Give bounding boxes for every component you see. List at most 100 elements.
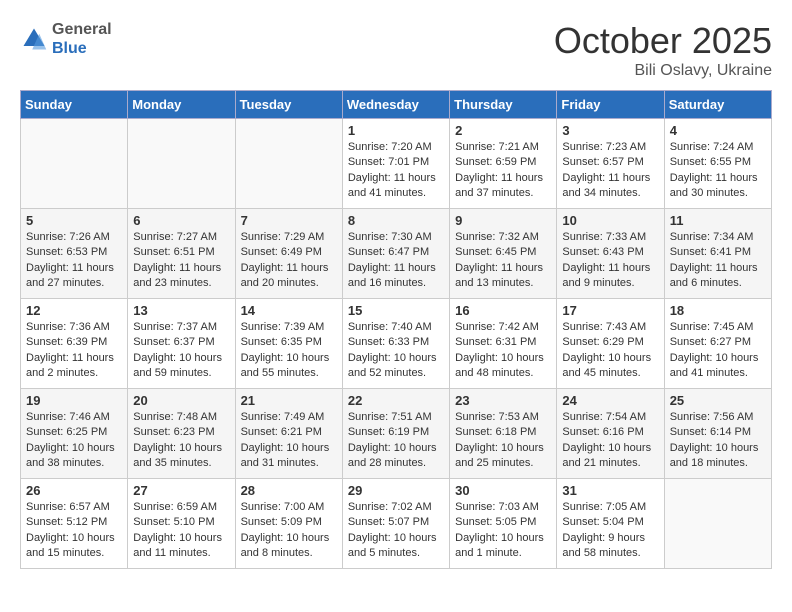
day-number: 11 [670, 213, 766, 228]
day-info: Sunrise: 7:21 AM Sunset: 6:59 PM Dayligh… [455, 140, 551, 202]
calendar-table: SundayMondayTuesdayWednesdayThursdayFrid… [20, 90, 772, 569]
day-number: 23 [455, 393, 551, 408]
day-number: 4 [670, 123, 766, 138]
day-number: 5 [26, 213, 122, 228]
calendar-cell: 20 Sunrise: 7:48 AM Sunset: 6:23 PM Dayli… [128, 389, 235, 479]
day-info: Sunrise: 7:45 AM Sunset: 6:27 PM Dayligh… [670, 320, 766, 382]
day-number: 21 [241, 393, 337, 408]
calendar-cell: 2 Sunrise: 7:21 AM Sunset: 6:59 PM Daylig… [450, 119, 557, 209]
calendar-cell: 13 Sunrise: 7:37 AM Sunset: 6:37 PM Dayli… [128, 299, 235, 389]
day-info: Sunrise: 7:51 AM Sunset: 6:19 PM Dayligh… [348, 410, 444, 472]
day-info: Sunrise: 7:02 AM Sunset: 5:07 PM Dayligh… [348, 500, 444, 562]
day-number: 18 [670, 303, 766, 318]
calendar-cell: 18 Sunrise: 7:45 AM Sunset: 6:27 PM Dayli… [664, 299, 771, 389]
weekday-header: Monday [128, 91, 235, 119]
day-number: 27 [133, 483, 229, 498]
day-info: Sunrise: 7:39 AM Sunset: 6:35 PM Dayligh… [241, 320, 337, 382]
day-number: 2 [455, 123, 551, 138]
calendar-cell: 22 Sunrise: 7:51 AM Sunset: 6:19 PM Dayli… [342, 389, 449, 479]
calendar-cell: 30Sunrise: 7:03 AM Sunset: 5:05 PM Dayli… [450, 479, 557, 569]
calendar-cell: 9 Sunrise: 7:32 AM Sunset: 6:45 PM Daylig… [450, 209, 557, 299]
weekday-header-row: SundayMondayTuesdayWednesdayThursdayFrid… [21, 91, 772, 119]
day-info: Sunrise: 7:46 AM Sunset: 6:25 PM Dayligh… [26, 410, 122, 472]
calendar-cell: 21 Sunrise: 7:49 AM Sunset: 6:21 PM Dayli… [235, 389, 342, 479]
day-info: Sunrise: 7:56 AM Sunset: 6:14 PM Dayligh… [670, 410, 766, 472]
day-number: 17 [562, 303, 658, 318]
day-info: Sunrise: 7:03 AM Sunset: 5:05 PM Dayligh… [455, 500, 551, 562]
day-number: 12 [26, 303, 122, 318]
calendar-cell: 15Sunrise: 7:40 AM Sunset: 6:33 PM Dayli… [342, 299, 449, 389]
calendar-cell [128, 119, 235, 209]
day-number: 15 [348, 303, 444, 318]
calendar-week-row: 19 Sunrise: 7:46 AM Sunset: 6:25 PM Dayli… [21, 389, 772, 479]
day-number: 13 [133, 303, 229, 318]
day-info: Sunrise: 7:42 AM Sunset: 6:31 PM Dayligh… [455, 320, 551, 382]
day-number: 26 [26, 483, 122, 498]
logo-icon [20, 25, 48, 53]
day-info: Sunrise: 7:32 AM Sunset: 6:45 PM Dayligh… [455, 230, 551, 292]
calendar-cell: 26 Sunrise: 6:57 AM Sunset: 5:12 PM Dayli… [21, 479, 128, 569]
day-info: Sunrise: 7:26 AM Sunset: 6:53 PM Dayligh… [26, 230, 122, 292]
day-info: Sunrise: 7:43 AM Sunset: 6:29 PM Dayligh… [562, 320, 658, 382]
day-number: 20 [133, 393, 229, 408]
day-number: 10 [562, 213, 658, 228]
day-number: 16 [455, 303, 551, 318]
calendar-cell: 16 Sunrise: 7:42 AM Sunset: 6:31 PM Dayli… [450, 299, 557, 389]
logo-blue-text: Blue [52, 40, 87, 57]
calendar-week-row: 5 Sunrise: 7:26 AM Sunset: 6:53 PM Daylig… [21, 209, 772, 299]
weekday-header: Thursday [450, 91, 557, 119]
weekday-header: Tuesday [235, 91, 342, 119]
calendar-cell: 17 Sunrise: 7:43 AM Sunset: 6:29 PM Dayli… [557, 299, 664, 389]
day-number: 6 [133, 213, 229, 228]
calendar-cell: 24Sunrise: 7:54 AM Sunset: 6:16 PM Dayli… [557, 389, 664, 479]
day-info: Sunrise: 7:27 AM Sunset: 6:51 PM Dayligh… [133, 230, 229, 292]
day-number: 8 [348, 213, 444, 228]
location-subtitle: Bili Oslavy, Ukraine [554, 62, 772, 80]
day-info: Sunrise: 7:23 AM Sunset: 6:57 PM Dayligh… [562, 140, 658, 202]
logo: General Blue [20, 20, 112, 58]
day-number: 22 [348, 393, 444, 408]
day-number: 9 [455, 213, 551, 228]
day-number: 24 [562, 393, 658, 408]
calendar-cell: 28Sunrise: 7:00 AM Sunset: 5:09 PM Dayli… [235, 479, 342, 569]
month-title: October 2025 [554, 20, 772, 62]
day-info: Sunrise: 7:53 AM Sunset: 6:18 PM Dayligh… [455, 410, 551, 472]
calendar-cell: 1 Sunrise: 7:20 AM Sunset: 7:01 PM Daylig… [342, 119, 449, 209]
day-number: 1 [348, 123, 444, 138]
logo-general-text: General [52, 21, 112, 38]
day-number: 19 [26, 393, 122, 408]
calendar-cell: 8 Sunrise: 7:30 AM Sunset: 6:47 PM Daylig… [342, 209, 449, 299]
calendar-cell: 23 Sunrise: 7:53 AM Sunset: 6:18 PM Dayli… [450, 389, 557, 479]
weekday-header: Wednesday [342, 91, 449, 119]
day-info: Sunrise: 7:49 AM Sunset: 6:21 PM Dayligh… [241, 410, 337, 472]
day-info: Sunrise: 6:59 AM Sunset: 5:10 PM Dayligh… [133, 500, 229, 562]
page-header: General Blue October 2025 Bili Oslavy, U… [20, 20, 772, 80]
day-number: 29 [348, 483, 444, 498]
calendar-cell [664, 479, 771, 569]
day-info: Sunrise: 7:30 AM Sunset: 6:47 PM Dayligh… [348, 230, 444, 292]
day-info: Sunrise: 7:37 AM Sunset: 6:37 PM Dayligh… [133, 320, 229, 382]
day-number: 14 [241, 303, 337, 318]
calendar-week-row: 12 Sunrise: 7:36 AM Sunset: 6:39 PM Dayli… [21, 299, 772, 389]
day-info: Sunrise: 7:05 AM Sunset: 5:04 PM Dayligh… [562, 500, 658, 562]
day-info: Sunrise: 7:48 AM Sunset: 6:23 PM Dayligh… [133, 410, 229, 472]
calendar-week-row: 1 Sunrise: 7:20 AM Sunset: 7:01 PM Daylig… [21, 119, 772, 209]
calendar-cell [235, 119, 342, 209]
weekday-header: Sunday [21, 91, 128, 119]
calendar-cell: 27 Sunrise: 6:59 AM Sunset: 5:10 PM Dayli… [128, 479, 235, 569]
calendar-cell: 29 Sunrise: 7:02 AM Sunset: 5:07 PM Dayli… [342, 479, 449, 569]
title-block: October 2025 Bili Oslavy, Ukraine [554, 20, 772, 80]
calendar-cell: 12 Sunrise: 7:36 AM Sunset: 6:39 PM Dayli… [21, 299, 128, 389]
day-info: Sunrise: 7:24 AM Sunset: 6:55 PM Dayligh… [670, 140, 766, 202]
weekday-header: Saturday [664, 91, 771, 119]
day-info: Sunrise: 7:20 AM Sunset: 7:01 PM Dayligh… [348, 140, 444, 202]
day-number: 31 [562, 483, 658, 498]
day-info: Sunrise: 7:00 AM Sunset: 5:09 PM Dayligh… [241, 500, 337, 562]
calendar-cell: 10Sunrise: 7:33 AM Sunset: 6:43 PM Dayli… [557, 209, 664, 299]
day-info: Sunrise: 6:57 AM Sunset: 5:12 PM Dayligh… [26, 500, 122, 562]
calendar-cell: 5 Sunrise: 7:26 AM Sunset: 6:53 PM Daylig… [21, 209, 128, 299]
day-number: 7 [241, 213, 337, 228]
day-info: Sunrise: 7:36 AM Sunset: 6:39 PM Dayligh… [26, 320, 122, 382]
day-number: 25 [670, 393, 766, 408]
weekday-header: Friday [557, 91, 664, 119]
